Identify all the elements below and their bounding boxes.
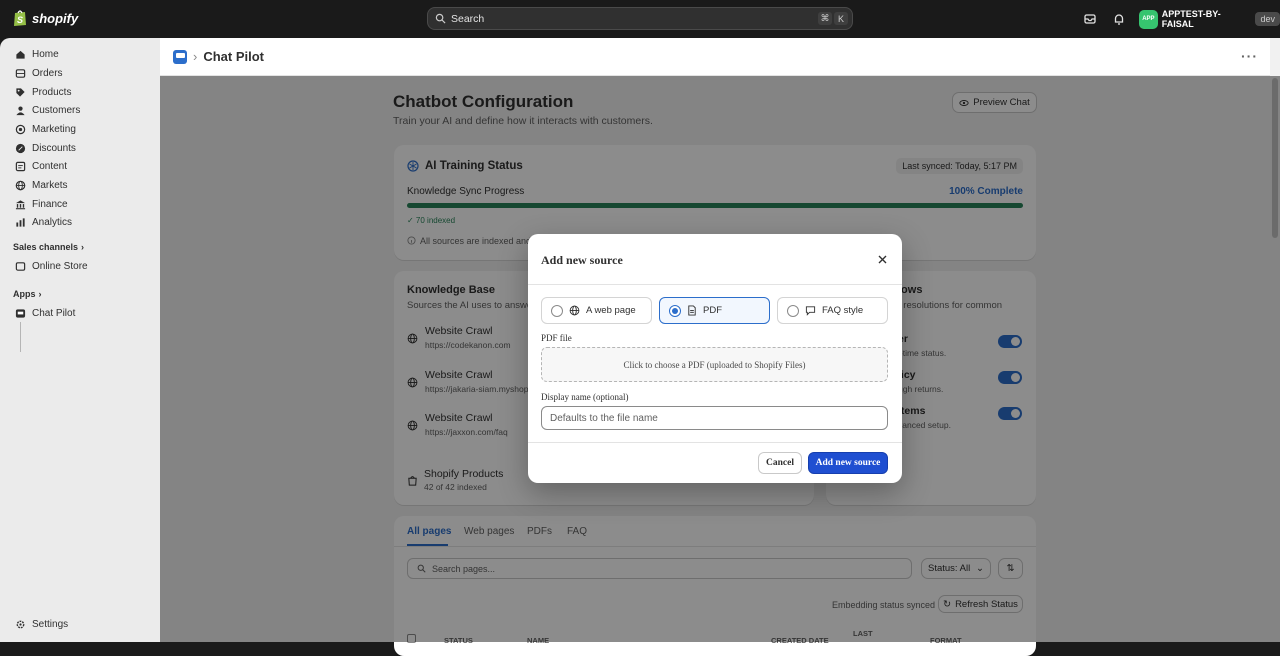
inbox-icon[interactable] <box>1083 12 1097 26</box>
orders-icon <box>15 69 26 78</box>
page-header: › Chat Pilot ··· <box>160 38 1270 76</box>
dev-badge: dev <box>1255 12 1280 26</box>
shopify-wordmark: shopify <box>32 10 79 26</box>
sidebar-item-chat-pilot[interactable]: Chat Pilot <box>8 304 152 323</box>
globe-icon <box>569 305 580 316</box>
modal-divider <box>528 284 902 285</box>
option-faq[interactable]: FAQ style <box>777 297 888 324</box>
app-icon <box>15 309 26 318</box>
tree-line <box>20 322 21 352</box>
sidebar-item-label: Home <box>32 49 59 60</box>
more-actions-icon[interactable]: ··· <box>1241 48 1258 64</box>
top-bar: S shopify Search ⌘ K APP APPTEST-BY-FAIS… <box>0 0 1280 38</box>
sidebar-item-label: Analytics <box>32 217 73 228</box>
tag-icon <box>16 88 25 97</box>
sidebar-item-label: Chat Pilot <box>32 308 76 319</box>
person-icon <box>16 106 25 116</box>
search-placeholder: Search <box>451 12 485 25</box>
sidebar-item-content[interactable]: Content <box>8 157 152 176</box>
sidebar-item-label: Content <box>32 161 68 172</box>
close-icon[interactable] <box>877 254 888 265</box>
option-pdf[interactable]: PDF <box>659 297 770 324</box>
sidebar-item-label: Products <box>32 87 72 98</box>
kbd-cmd: ⌘ <box>818 12 832 25</box>
option-label: A web page <box>586 305 636 316</box>
bell-icon[interactable] <box>1112 12 1126 26</box>
sales-channels-heading[interactable]: Sales channels › <box>13 242 84 252</box>
discount-icon <box>15 143 26 154</box>
sidebar-item-analytics[interactable]: Analytics <box>8 213 152 232</box>
sidebar-item-marketing[interactable]: Marketing <box>8 120 152 139</box>
breadcrumb-chevron-icon: › <box>193 49 198 64</box>
sidebar-item-label: Markets <box>32 180 68 191</box>
gear-icon <box>16 620 25 629</box>
target-icon <box>15 124 26 135</box>
store-menu[interactable]: APP APPTEST-BY-FAISAL dev <box>1139 9 1280 29</box>
sidebar-item-label: Finance <box>32 199 68 210</box>
add-source-submit-button[interactable]: Add new source <box>808 452 888 474</box>
sidebar-item-products[interactable]: Products <box>8 83 152 102</box>
sidebar-item-label: Orders <box>32 68 63 79</box>
apps-label: Apps <box>13 289 36 299</box>
chart-icon <box>16 218 25 227</box>
search-input[interactable]: Search ⌘ K <box>427 7 853 30</box>
modal-title: Add new source <box>541 253 623 267</box>
sidebar-item-online-store[interactable]: Online Store <box>8 257 152 276</box>
sidebar-item-label: Customers <box>32 105 81 116</box>
chat-bubble-icon <box>805 306 816 316</box>
add-source-modal: Add new source A web page PDF FAQ style … <box>528 234 902 483</box>
page-title: Chat Pilot <box>203 49 265 64</box>
sidebar-item-discounts[interactable]: Discounts <box>8 139 152 158</box>
sidebar-item-label: Settings <box>32 619 69 630</box>
radio-pdf[interactable] <box>669 304 681 317</box>
content-icon <box>15 161 26 172</box>
avatar: APP <box>1139 9 1158 29</box>
apps-heading[interactable]: Apps › <box>13 289 42 299</box>
svg-text:S: S <box>17 15 23 25</box>
search-icon <box>435 13 446 24</box>
pdf-file-label: PDF file <box>541 333 572 343</box>
option-label: PDF <box>703 305 722 316</box>
chat-pilot-app-icon <box>173 49 187 64</box>
radio-faq[interactable] <box>787 304 799 317</box>
cancel-button[interactable]: Cancel <box>758 452 802 474</box>
modal-footer-divider <box>528 442 902 443</box>
sidebar-item-markets[interactable]: Markets <box>8 176 152 195</box>
pdf-dropzone[interactable]: Click to choose a PDF (uploaded to Shopi… <box>541 347 888 382</box>
document-icon <box>688 305 696 316</box>
chevron-right-icon: › <box>38 289 42 299</box>
home-icon <box>16 50 25 59</box>
option-label: FAQ style <box>822 305 864 316</box>
sidebar-item-settings[interactable]: Settings <box>8 615 152 634</box>
display-name-label: Display name (optional) <box>541 392 629 402</box>
sidebar-item-label: Online Store <box>32 261 88 272</box>
globe-icon <box>15 180 26 191</box>
option-web-page[interactable]: A web page <box>541 297 652 324</box>
chevron-right-icon: › <box>81 242 85 252</box>
store-icon <box>15 262 26 271</box>
shopify-bag-icon: S <box>14 10 26 26</box>
radio-web-page[interactable] <box>551 304 563 317</box>
bank-icon <box>15 200 26 210</box>
sales-channels-label: Sales channels <box>13 242 79 252</box>
sidebar-item-label: Discounts <box>32 143 76 154</box>
sidebar-item-home[interactable]: Home <box>8 45 152 64</box>
display-name-input[interactable]: Defaults to the file name <box>541 406 888 430</box>
sidebar-item-finance[interactable]: Finance <box>8 195 152 214</box>
sidebar-item-customers[interactable]: Customers <box>8 101 152 120</box>
kbd-k: K <box>834 12 848 25</box>
sidebar-item-label: Marketing <box>32 124 76 135</box>
store-name: APPTEST-BY-FAISAL <box>1161 9 1221 29</box>
sidebar-item-orders[interactable]: Orders <box>8 64 152 83</box>
shopify-logo[interactable]: S shopify <box>12 9 78 27</box>
